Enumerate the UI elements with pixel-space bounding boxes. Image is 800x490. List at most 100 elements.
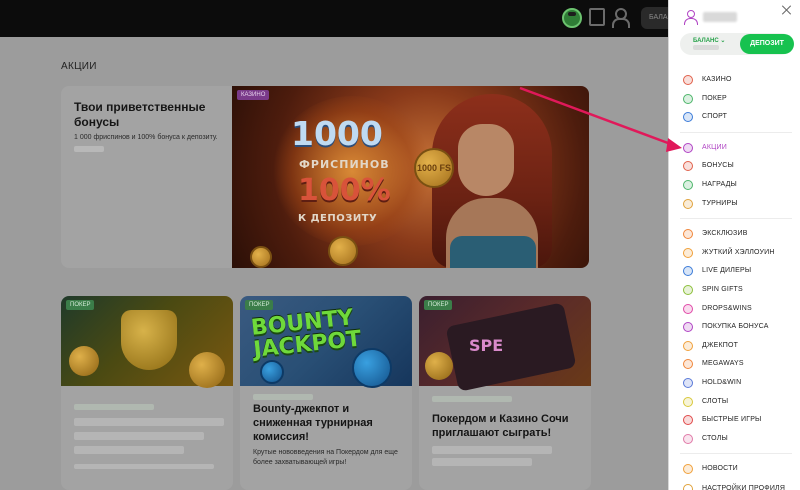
promo-card[interactable]: BOUNTY JACKPOT ПОКЕР Bounty-джекпот и сн… [240, 296, 412, 490]
sidebar-item-label: СЛОТЫ [702, 397, 729, 405]
medal-icon [683, 180, 693, 190]
promo-card-image[interactable]: BOUNTY JACKPOT ПОКЕР [240, 296, 412, 388]
sidebar-item[interactable]: HOLD&WIN [669, 375, 800, 391]
banner-deposit-text: К ДЕПОЗИТУ [298, 213, 378, 224]
sidebar-item[interactable]: АКЦИИ [669, 140, 800, 156]
card-graphic [445, 302, 577, 392]
sidebar-item[interactable]: ЖУТКИЙ ХЭЛЛОУИН [669, 245, 800, 261]
sidebar-item[interactable]: СТОЛЫ [669, 431, 800, 447]
sidebar-item[interactable]: СЛОТЫ [669, 394, 800, 410]
spe-logo: SPE [469, 336, 504, 355]
coin-icon [425, 352, 453, 380]
promo-card-image[interactable]: SPE ПОКЕР [419, 296, 591, 392]
menu-divider [680, 131, 792, 133]
sidebar-item[interactable]: СПОРТ [669, 109, 800, 125]
sidebar-item[interactable]: ЭКСКЛЮЗИВ [669, 226, 800, 242]
sidebar-item[interactable]: БОНУСЫ [669, 158, 800, 174]
hero-subtitle: 1 000 фриспинов и 100% бонуса к депозиту… [74, 134, 218, 141]
exclusive-icon [683, 229, 693, 240]
sidebar-item-label: SPIN GIFTS [702, 286, 743, 293]
coin-icon [352, 348, 392, 388]
coin-icon [69, 346, 99, 376]
sidebar-item[interactable]: ДЖЕКПОТ [669, 338, 800, 354]
banner-freespins-text: ФРИСПИНОВ [299, 158, 390, 171]
sidebar-item[interactable]: SPIN GIFTS [669, 282, 800, 298]
blurred-text [432, 458, 532, 466]
promo-card[interactable]: SPE ПОКЕР Покердом и Казино Сочи приглаш… [419, 296, 591, 490]
balance-label: БАЛАНС ⌄ [693, 38, 726, 44]
sport-icon [683, 112, 693, 123]
sidebar-item[interactable]: НАГРАДЫ [669, 177, 800, 193]
promo-card[interactable]: ПОКЕР [61, 296, 233, 490]
hero-title: Твои приветственные бонусы [74, 100, 206, 129]
star-icon [683, 142, 693, 153]
sidebar-item-label: НАГРАДЫ [702, 181, 737, 188]
sidebar-item[interactable]: ПОКУПКА БОНУСА [669, 319, 800, 335]
sidebar-item-label: КАЗИНО [702, 76, 732, 83]
trophy-icon [121, 310, 177, 370]
category-badge: КАЗИНО [237, 90, 270, 100]
gift-icon[interactable] [589, 8, 605, 26]
user-icon[interactable] [612, 8, 630, 28]
user-icon [684, 10, 698, 25]
sidebar-item[interactable]: КАЗИНО [669, 72, 800, 88]
banner-big-number: 1000 [291, 114, 383, 153]
card-title: Bounty-джекпот и сниженная турнирная ком… [253, 403, 373, 443]
sidebar-item[interactable]: ПОКЕР [669, 91, 800, 107]
sidebar-item-label: DROPS&WINS [702, 304, 752, 312]
freespins-coin: 1000 FS [414, 148, 454, 188]
sidebar-item-label: НАСТРОЙКИ ПРОФИЛЯ [702, 485, 786, 490]
sidebar-item[interactable]: ТУРНИРЫ [669, 196, 800, 212]
blurred-text [74, 418, 224, 426]
gift-icon [683, 161, 693, 172]
blurred-text [432, 446, 552, 454]
close-icon[interactable] [782, 5, 792, 15]
sidebar-item-label: ТУРНИРЫ [702, 199, 738, 207]
hero-blurred-text [74, 146, 104, 152]
sidebar-item[interactable]: НОВОСТИ [669, 461, 800, 477]
sidebar-item[interactable]: LIVE ДИЛЕРЫ [669, 263, 800, 279]
coin-icon [260, 360, 284, 384]
blurred-text [74, 404, 154, 410]
sidebar-item-label: ПОКЕР [702, 94, 727, 102]
avatar[interactable] [562, 8, 582, 28]
sidebar-item-label: HOLD&WIN [702, 379, 742, 386]
side-menu-panel: БАЛАНС ⌄ ДЕПОЗИТ КАЗИНО ПОКЕР СПОРТ АКЦИИ БО… [668, 0, 800, 490]
sidebar-item-label: LIVE ДИЛЕРЫ [702, 267, 752, 275]
poker-icon [683, 93, 693, 104]
sidebar-item-label: ПОКУПКА БОНУСА [702, 323, 769, 331]
sidebar-item[interactable]: MEGAWAYS [669, 356, 800, 372]
blurred-text [74, 446, 184, 454]
sidebar-item[interactable]: DROPS&WINS [669, 301, 800, 317]
sidebar-item-label: MEGAWAYS [702, 360, 744, 368]
promo-card-image[interactable]: ПОКЕР [61, 296, 233, 388]
tables-icon [683, 433, 693, 444]
sidebar-item-label: ДЖЕКПОТ [702, 341, 739, 349]
coin-icon [189, 352, 225, 388]
jackpot-icon [683, 340, 693, 351]
deposit-button[interactable]: ДЕПОЗИТ [740, 34, 794, 54]
username [703, 12, 737, 22]
gold-coin [328, 236, 358, 266]
live-icon [683, 266, 693, 277]
gold-coin [250, 246, 272, 268]
spin-gifts-icon [683, 285, 693, 295]
settings-icon [683, 484, 693, 490]
sidebar-item-label: БЫСТРЫЕ ИГРЫ [702, 416, 762, 424]
blurred-text [74, 464, 214, 469]
blurred-text [253, 394, 313, 400]
slots-icon [683, 396, 693, 407]
sidebar-item[interactable]: БЫСТРЫЕ ИГРЫ [669, 412, 800, 428]
hold-win-icon [683, 378, 693, 388]
sidebar-item-label: НОВОСТИ [702, 465, 738, 473]
blurred-text [432, 396, 512, 402]
character-top [450, 236, 536, 268]
hero-banner-image[interactable]: 1000 FS 1000 ФРИСПИНОВ 100% К ДЕПОЗИТУ К… [232, 86, 589, 268]
sidebar-item-label: АКЦИИ [702, 143, 727, 151]
category-badge: ПОКЕР [66, 300, 95, 310]
sidebar-item[interactable]: НАСТРОЙКИ ПРОФИЛЯ [669, 481, 800, 490]
sidebar-item-label: СПОРТ [702, 113, 728, 121]
category-badge: ПОКЕР [424, 300, 453, 310]
banner-percent: 100% [298, 173, 391, 208]
hero-promo-card[interactable]: Твои приветственные бонусы 1 000 фриспин… [61, 86, 589, 268]
